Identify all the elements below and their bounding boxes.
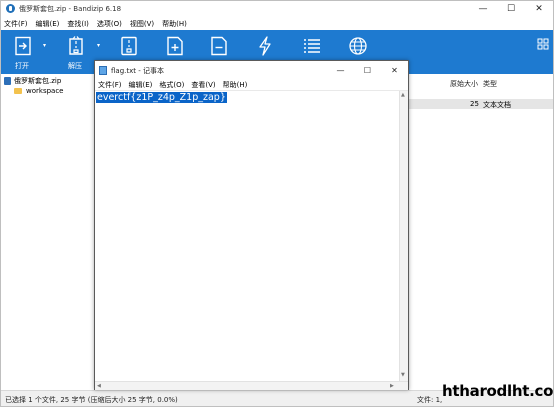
folder-icon xyxy=(14,88,22,94)
menu-view[interactable]: 视图(V) xyxy=(130,19,154,29)
open-dropdown-chevron-icon[interactable]: ▾ xyxy=(43,42,46,49)
extract-icon xyxy=(69,36,83,55)
bandizip-window: 俄罗斯套包.zip - Bandizip 6.18 — ☐ ✕ 文件(F) 编辑… xyxy=(0,0,554,407)
open-archive-icon xyxy=(15,36,31,56)
scroll-up-icon[interactable]: ▲ xyxy=(401,92,405,98)
notepad-menu-bar: 文件(F) 编辑(E) 格式(O) 查看(V) 帮助(H) xyxy=(95,79,408,91)
open-label: 打开 xyxy=(15,62,29,70)
notepad-menu-file[interactable]: 文件(F) xyxy=(98,80,122,90)
notepad-window: flag.txt - 记事本 — ☐ ✕ 文件(F) 编辑(E) 格式(O) 查… xyxy=(94,60,409,390)
table-row[interactable]: 25 文本文档 xyxy=(408,99,553,109)
close-button[interactable]: ✕ xyxy=(525,1,553,17)
new-archive-icon xyxy=(121,36,137,56)
notepad-title: flag.txt - 记事本 xyxy=(111,67,164,75)
notepad-title-bar: flag.txt - 记事本 — ☐ ✕ xyxy=(95,61,408,79)
delete-icon xyxy=(211,36,227,56)
menu-edit[interactable]: 编辑(E) xyxy=(36,19,60,29)
minimize-button[interactable]: — xyxy=(469,1,497,17)
extract-label: 解压 xyxy=(68,62,82,70)
menu-options[interactable]: 选项(O) xyxy=(97,19,122,29)
test-archive-icon xyxy=(259,36,271,56)
menu-file[interactable]: 文件(F) xyxy=(4,19,28,29)
more-grid-icon xyxy=(537,38,549,50)
bandizip-logo-icon xyxy=(6,4,15,13)
folder-tree: 俄罗斯套包.zip workspace xyxy=(1,74,93,390)
menu-bar: 文件(F) 编辑(E) 查找(I) 选项(O) 视图(V) 帮助(H) xyxy=(1,17,553,30)
cell-type: 文本文档 xyxy=(483,101,511,109)
cell-size: 25 xyxy=(470,100,479,108)
tree-item-archive[interactable]: 俄罗斯套包.zip xyxy=(4,76,61,86)
notepad-horizontal-scrollbar[interactable]: ◀ ▶ xyxy=(95,381,408,390)
menu-help[interactable]: 帮助(H) xyxy=(162,19,187,29)
more-tools-button[interactable] xyxy=(529,30,553,74)
title-bar: 俄罗斯套包.zip - Bandizip 6.18 — ☐ ✕ xyxy=(1,1,553,17)
notepad-vertical-scrollbar[interactable]: ▲ ▼ xyxy=(399,91,408,381)
add-files-icon xyxy=(167,36,183,56)
scroll-down-icon[interactable]: ▼ xyxy=(401,372,405,378)
zip-icon xyxy=(4,77,11,85)
scroll-right-icon[interactable]: ▶ xyxy=(390,383,394,389)
notepad-menu-view[interactable]: 查看(V) xyxy=(191,80,215,90)
notepad-menu-format[interactable]: 格式(O) xyxy=(159,80,184,90)
maximize-button[interactable]: ☐ xyxy=(497,1,525,17)
scroll-left-icon[interactable]: ◀ xyxy=(97,383,101,389)
watermark-text: htharodlht.com xyxy=(442,382,554,400)
notepad-minimize-button[interactable]: — xyxy=(329,61,352,79)
tree-item-label: workspace xyxy=(26,87,64,95)
extract-dropdown-chevron-icon[interactable]: ▾ xyxy=(97,42,100,49)
notepad-menu-help[interactable]: 帮助(H) xyxy=(223,80,248,90)
notepad-icon xyxy=(99,66,107,75)
tree-item-label: 俄罗斯套包.zip xyxy=(14,77,62,85)
view-list-icon xyxy=(304,39,320,53)
selected-flag-text[interactable]: everctf{z1P_z4p_Z1p_zap} xyxy=(96,92,227,103)
status-file-count: 文件: 1, xyxy=(417,396,443,404)
extract-button[interactable]: 解压 xyxy=(59,30,93,74)
window-title: 俄罗斯套包.zip - Bandizip 6.18 xyxy=(19,5,122,13)
notepad-maximize-button[interactable]: ☐ xyxy=(356,61,379,79)
open-button[interactable]: 打开 xyxy=(5,30,39,74)
globe-icon xyxy=(349,37,367,55)
notepad-menu-edit[interactable]: 编辑(E) xyxy=(129,80,153,90)
column-header-type[interactable]: 类型 xyxy=(483,79,497,89)
menu-find[interactable]: 查找(I) xyxy=(67,19,89,29)
notepad-close-button[interactable]: ✕ xyxy=(383,61,406,79)
column-header-original-size[interactable]: 原始大小 xyxy=(450,79,478,89)
tree-item-workspace[interactable]: workspace xyxy=(14,86,63,96)
status-selection-text: 已选择 1 个文件, 25 字节 (压缩后大小 25 字节, 0.0%) xyxy=(5,396,178,404)
notepad-text-area[interactable]: everctf{z1P_z4p_Z1p_zap} xyxy=(95,91,399,381)
